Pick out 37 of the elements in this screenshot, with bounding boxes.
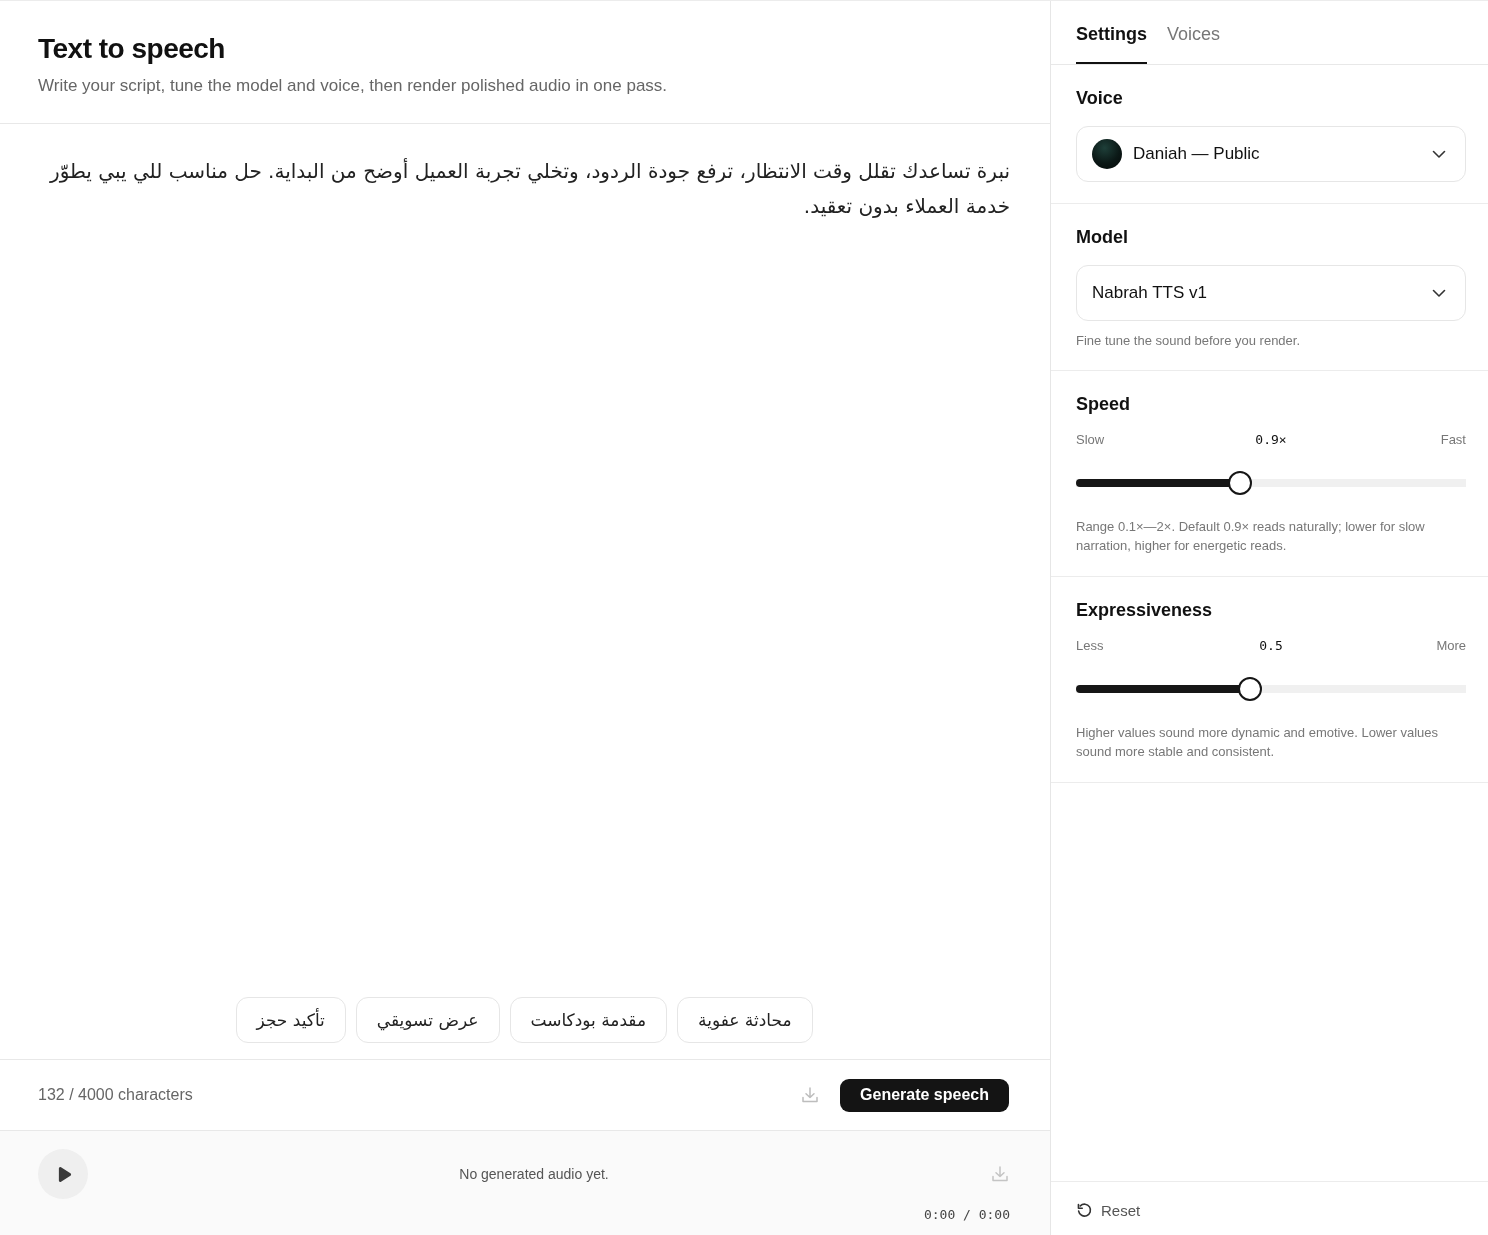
- section-title: Expressiveness: [1076, 599, 1214, 621]
- sidebar-tab[interactable]: Settings: [1076, 1, 1147, 64]
- sidebar-tab[interactable]: Voices: [1167, 1, 1221, 64]
- playback-time: 0:00 / 0:00: [923, 1207, 1010, 1222]
- preset-button[interactable]: محادثة عفوية: [677, 997, 813, 1043]
- slider-value: 0.9×: [1255, 432, 1287, 448]
- slider-description: Higher values sound more dynamic and emotive. Lower values sound more stable and consistent.: [1076, 724, 1440, 761]
- generate-speech-button[interactable]: Generate speech: [840, 1078, 1009, 1112]
- slider-max-label: Fast: [1440, 432, 1466, 448]
- slider-thumb[interactable]: [1227, 471, 1252, 495]
- reset-button[interactable]: Reset: [1076, 1202, 1141, 1219]
- player-status: No generated audio yet.: [458, 1166, 610, 1182]
- slider-description: Range 0.1×—2×. Default 0.9× reads naturally; lower for slow narration, higher for energetic reads.: [1076, 518, 1426, 555]
- script-field[interactable]: نبرة تساعدك تقلل وقت الانتظار، ترفع جودة الردود، وتخلي تجربة العميل أوضح من البداية. حل مناسب للي يبي يطوّر خدمة العملاء بدون تعقيد.: [38, 124, 1010, 997]
- play-button[interactable]: [38, 1149, 88, 1199]
- section-title: Voice: [1076, 87, 1124, 109]
- play-icon: [57, 1165, 72, 1183]
- page-subtitle: Write your script, tune the model and voice, then render polished audio in one pass.: [38, 75, 669, 97]
- slider-value: 0.5: [1259, 638, 1283, 654]
- helper-text: Fine tune the sound before you render.: [1076, 333, 1302, 349]
- chevron-down-icon: [1432, 149, 1446, 159]
- chevron-down-icon: [1432, 288, 1446, 298]
- character-count: 132 / 4000 characters: [38, 1086, 194, 1104]
- model-select[interactable]: Nabrah TTS v1: [1076, 265, 1466, 321]
- avatar-icon: [1092, 139, 1122, 169]
- page-title: Text to speech: [38, 32, 226, 66]
- slider-max-label: More: [1436, 638, 1466, 654]
- preset-button[interactable]: مقدمة بودكاست: [509, 997, 668, 1043]
- voice-select[interactable]: Daniah — Public: [1076, 126, 1466, 182]
- section-title: Speed: [1076, 393, 1132, 415]
- slider-min-label: Slow: [1076, 432, 1105, 448]
- section-title: Model: [1076, 226, 1129, 248]
- preset-button[interactable]: عرض تسويقي: [355, 997, 500, 1043]
- slider-min-label: Less: [1076, 638, 1104, 654]
- reset-icon: [1076, 1202, 1093, 1219]
- preset-button[interactable]: تأكيد حجز: [235, 997, 346, 1043]
- slider-thumb[interactable]: [1237, 677, 1262, 701]
